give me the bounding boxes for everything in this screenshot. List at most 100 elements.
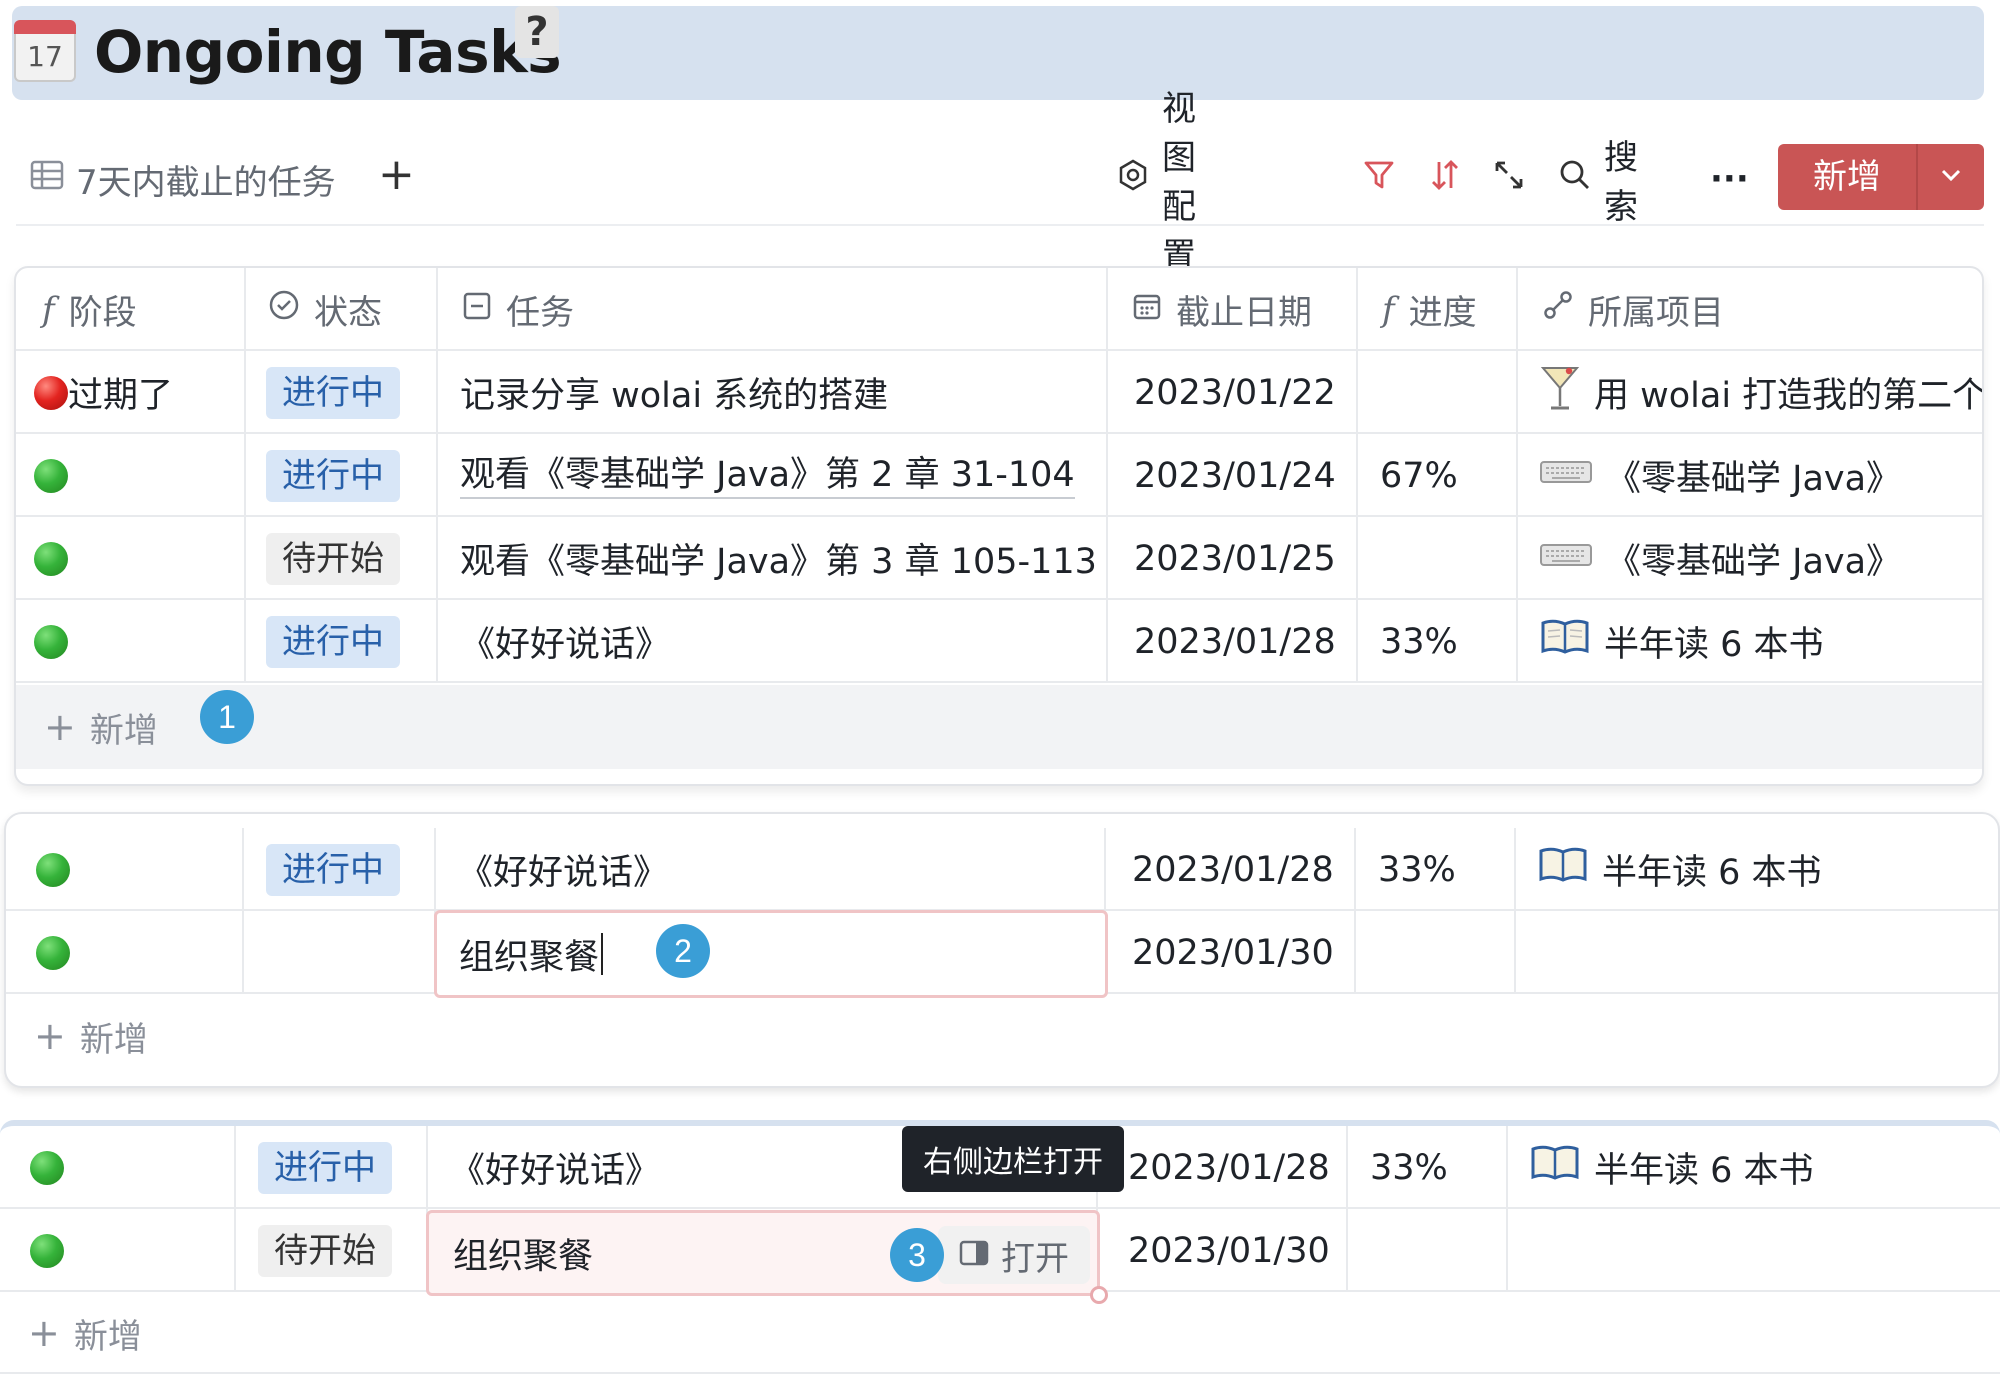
status-cell[interactable]: 进行中 — [246, 600, 438, 683]
project-label: 《零基础学 Java》 — [1606, 459, 1902, 499]
column-header-due[interactable]: 截止日期 — [1108, 268, 1358, 351]
task-cell-text: 组织聚餐 — [453, 1236, 594, 1277]
progress-cell — [1356, 911, 1516, 994]
expand-arrows-icon — [1492, 158, 1526, 201]
status-cell[interactable] — [244, 911, 436, 994]
task-cell[interactable]: 《好好说话》 — [436, 828, 1106, 911]
text-field-icon — [462, 290, 492, 330]
add-row-label: 新增 — [73, 1316, 142, 1357]
filter-icon — [1362, 158, 1396, 201]
due-cell[interactable]: 2023/01/28 — [1106, 828, 1356, 911]
due-cell[interactable]: 2023/01/22 — [1108, 351, 1358, 434]
column-header-project[interactable]: 所属项目 — [1518, 268, 1982, 351]
progress-cell — [1358, 351, 1518, 434]
due-cell[interactable]: 2023/01/24 — [1108, 434, 1358, 517]
view-config-label: 视图配置 — [1162, 89, 1196, 276]
table-row[interactable]: 进行中 《好好说话》 2023/01/28 33% 半年读 6 本书 — [16, 600, 1982, 683]
column-header-due-label: 截止日期 — [1176, 293, 1312, 333]
new-dropdown-button[interactable] — [1918, 144, 1984, 210]
due-cell[interactable]: 2023/01/28 — [1108, 600, 1358, 683]
project-cell[interactable]: 半年读 6 本书 — [1516, 828, 1998, 911]
table-row[interactable]: 进行中 观看《零基础学 Java》第 2 章 31-104 2023/01/24… — [16, 434, 1982, 517]
status-badge: 进行中 — [266, 615, 400, 668]
stage-text: 过期了 — [68, 376, 174, 416]
stage-cell — [0, 1209, 236, 1292]
status-cell[interactable]: 进行中 — [244, 828, 436, 911]
project-cell[interactable] — [1516, 911, 1998, 994]
toolbar-divider — [16, 224, 1984, 226]
due-cell[interactable]: 2023/01/25 — [1108, 517, 1358, 600]
due-cell[interactable]: 2023/01/30 — [1106, 911, 1356, 994]
page-title: Ongoing Tasks — [94, 18, 562, 86]
column-header-project-label: 所属项目 — [1588, 293, 1724, 333]
table-row[interactable]: 过期了 进行中 记录分享 wolai 系统的搭建 2023/01/22 用 wo… — [16, 351, 1982, 434]
add-row-button[interactable]: + 新增 — [0, 1294, 2000, 1374]
project-cell[interactable]: 半年读 6 本书 — [1518, 600, 1982, 683]
green-status-dot-icon — [36, 852, 70, 887]
due-cell[interactable]: 2023/01/28 — [1098, 1126, 1348, 1209]
project-cell[interactable]: 《零基础学 Java》 — [1518, 434, 1982, 517]
green-status-dot-icon — [30, 1233, 64, 1268]
step-badge-2: 2 — [656, 924, 710, 978]
open-in-sidebar-button[interactable]: 打开 — [938, 1226, 1090, 1284]
view-toolbar: 7天内截止的任务 + 视图配置 搜索 ··· 新增 — [16, 89, 1984, 276]
status-badge: 进行中 — [258, 1141, 392, 1194]
project-cell[interactable]: 半年读 6 本书 — [1508, 1126, 2000, 1209]
stage-cell — [0, 1126, 236, 1209]
progress-cell — [1358, 517, 1518, 600]
status-badge: 待开始 — [266, 532, 400, 585]
status-cell[interactable]: 进行中 — [246, 351, 438, 434]
more-button[interactable]: ··· — [1710, 159, 1749, 199]
project-label: 《零基础学 Java》 — [1606, 542, 1902, 582]
task-cell[interactable]: 记录分享 wolai 系统的搭建 — [438, 351, 1108, 434]
task-cell[interactable]: 观看《零基础学 Java》第 3 章 105-113 — [438, 517, 1108, 600]
status-badge: 进行中 — [266, 843, 400, 896]
formula-icon: f — [42, 289, 55, 330]
search-button[interactable]: 搜索 — [1558, 130, 1638, 228]
check-circle-icon — [268, 289, 300, 330]
cell-resize-handle[interactable] — [1090, 1286, 1108, 1304]
column-header-status-label: 状态 — [314, 293, 382, 333]
add-row-button[interactable]: + 新增 — [16, 685, 1982, 769]
task-cell[interactable]: 观看《零基础学 Java》第 2 章 31-104 — [438, 434, 1108, 517]
column-header-task[interactable]: 任务 — [438, 268, 1108, 351]
project-cell[interactable]: 《零基础学 Java》 — [1518, 517, 1982, 600]
project-cell[interactable]: 用 wolai 打造我的第二个 — [1518, 351, 1984, 434]
project-cell[interactable] — [1508, 1209, 2000, 1292]
status-cell[interactable]: 待开始 — [236, 1209, 428, 1292]
help-icon[interactable]: ? — [515, 6, 559, 58]
task-edit-input[interactable]: 组织聚餐 — [434, 910, 1108, 998]
status-cell[interactable]: 待开始 — [246, 517, 438, 600]
filter-button[interactable] — [1362, 158, 1396, 201]
table-row[interactable]: 待开始 观看《零基础学 Java》第 3 章 105-113 2023/01/2… — [16, 517, 1982, 600]
open-label: 打开 — [1001, 1238, 1069, 1279]
plus-icon: + — [34, 1014, 66, 1058]
view-config-button[interactable]: 视图配置 — [1116, 81, 1196, 277]
view-tab-7day[interactable]: 7天内截止的任务 — [30, 154, 336, 204]
add-view-button[interactable]: + — [378, 150, 415, 200]
task-text: 观看《零基础学 Java》第 2 章 31-104 — [460, 453, 1075, 499]
column-header-status[interactable]: 状态 — [246, 268, 438, 351]
sort-button[interactable] — [1428, 158, 1462, 201]
task-input-text: 组织聚餐 — [459, 937, 600, 978]
stage-cell — [16, 600, 246, 683]
project-label: 用 wolai 打造我的第二个 — [1594, 376, 1984, 416]
formula-icon: f — [1382, 289, 1395, 330]
search-icon — [1558, 158, 1592, 201]
expand-button[interactable] — [1492, 158, 1526, 201]
add-row-button[interactable]: + 新增 — [6, 996, 1998, 1076]
stage-cell — [6, 828, 244, 911]
task-cell[interactable]: 《好好说话》 — [438, 600, 1108, 683]
column-header-progress[interactable]: f 进度 — [1358, 268, 1518, 351]
table-row[interactable]: 进行中 《好好说话》 2023/01/28 33% 半年读 6 本书 — [6, 828, 1998, 911]
status-cell[interactable]: 进行中 — [246, 434, 438, 517]
column-header-stage[interactable]: f 阶段 — [16, 268, 246, 351]
due-cell[interactable]: 2023/01/30 — [1098, 1209, 1348, 1292]
progress-cell: 33% — [1358, 600, 1518, 683]
task-table-2: 进行中 《好好说话》 2023/01/28 33% 半年读 6 本书 2023/… — [4, 812, 2000, 1088]
new-button[interactable]: 新增 — [1778, 144, 1918, 210]
add-row-label: 新增 — [89, 710, 158, 751]
new-record-button: 新增 — [1778, 144, 1984, 210]
green-status-dot-icon — [36, 935, 70, 970]
status-cell[interactable]: 进行中 — [236, 1126, 428, 1209]
